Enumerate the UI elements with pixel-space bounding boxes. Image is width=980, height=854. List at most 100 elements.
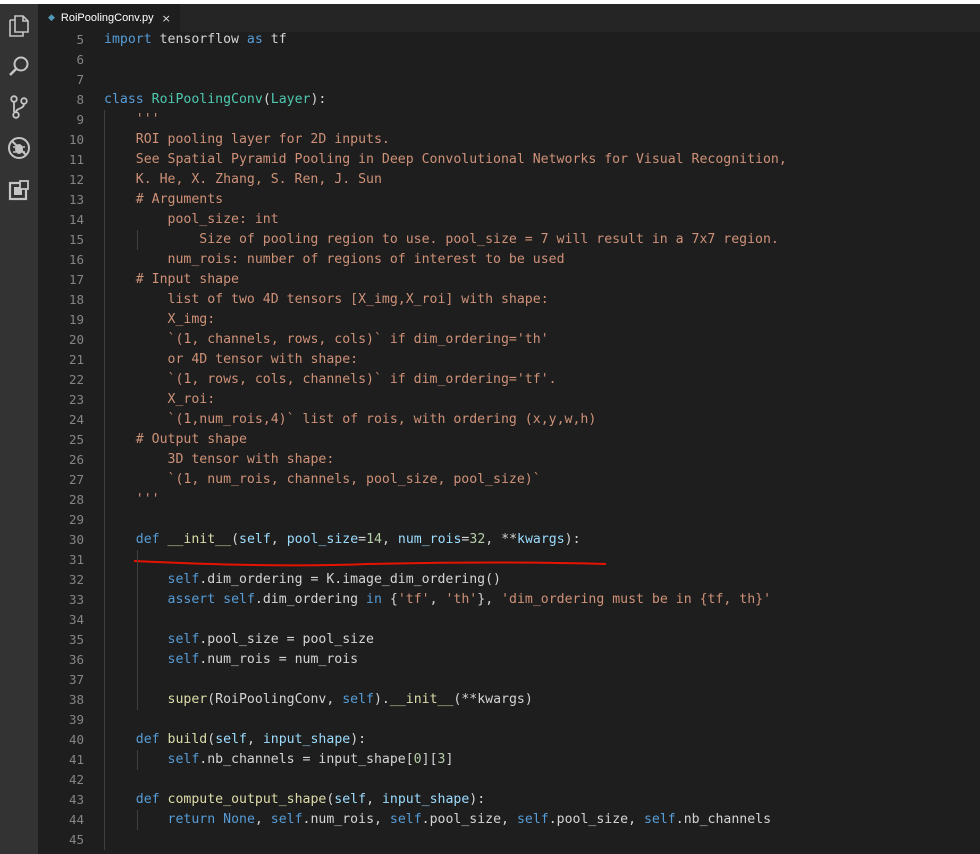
code-token: .nb_channels = input_shape[ <box>199 752 414 767</box>
code-token: .nb_channels <box>675 812 772 827</box>
code-text: super(RoiPoolingConv, self).__init__(**k… <box>104 690 533 710</box>
line-number: 34 <box>68 612 84 627</box>
search-icon[interactable] <box>7 54 31 78</box>
code-line[interactable]: 24 `(1,num_rois,4)` list of rois, with o… <box>38 410 980 430</box>
code-line[interactable]: 20 `(1, channels, rows, cols)` if dim_or… <box>38 330 980 350</box>
code-line[interactable]: 15 Size of pooling region to use. pool_s… <box>38 230 980 250</box>
line-number: 39 <box>68 712 84 727</box>
code-line[interactable]: 18 list of two 4D tensors [X_img,X_roi] … <box>38 290 980 310</box>
code-line[interactable]: 34 <box>38 610 980 630</box>
indent-guide <box>137 550 138 570</box>
code-token: tf <box>262 32 287 47</box>
code-line[interactable]: 25 # Output shape <box>38 430 980 450</box>
code-line[interactable]: 29 <box>38 510 980 530</box>
code-token: self <box>215 732 247 747</box>
code-line[interactable]: 7 <box>38 70 980 90</box>
code-line[interactable]: 30 def __init__(self, pool_size=14, num_… <box>38 530 980 550</box>
code-line[interactable]: 43 def compute_output_shape(self, input_… <box>38 790 980 810</box>
line-number: 5 <box>76 32 84 47</box>
code-line[interactable]: 45 <box>38 830 980 850</box>
code-line[interactable]: 6 <box>38 50 980 70</box>
line-number: 40 <box>68 732 84 747</box>
line-number: 19 <box>68 312 84 327</box>
code-line[interactable]: 11 See Spatial Pyramid Pooling in Deep C… <box>38 150 980 170</box>
code-line[interactable]: 33 assert self.dim_ordering in {'tf', 't… <box>38 590 980 610</box>
code-line[interactable]: 13 # Arguments <box>38 190 980 210</box>
code-line[interactable]: 19 X_img: <box>38 310 980 330</box>
code-token: ''' <box>135 492 160 507</box>
code-text: `(1, rows, cols, channels)` if dim_order… <box>104 370 557 390</box>
code-editor[interactable]: 5 import tensorflow as tf 6 7 8 class RoiPool… <box>38 32 980 854</box>
code-line[interactable]: 10 ROI pooling layer for 2D inputs. <box>38 130 980 150</box>
code-line[interactable]: 12 K. He, X. Zhang, S. Ren, J. Sun <box>38 170 980 190</box>
code-token: input_shape <box>381 792 470 807</box>
tab-roipoolingconv[interactable]: ◆ RoiPoolingConv.py × <box>38 4 180 32</box>
code-token: 14 <box>366 532 382 547</box>
code-line[interactable]: 14 pool_size: int <box>38 210 980 230</box>
code-text: num_rois: number of regions of interest … <box>104 250 565 270</box>
code-line[interactable]: 26 3D tensor with shape: <box>38 450 980 470</box>
code-line[interactable]: 22 `(1, rows, cols, channels)` if dim_or… <box>38 370 980 390</box>
line-number: 36 <box>68 652 84 667</box>
indent-guide <box>104 830 105 850</box>
code-token: .dim_ordering = K.image_dim_ordering() <box>199 572 501 587</box>
code-token: super <box>167 692 208 707</box>
code-token: ][ <box>421 752 438 767</box>
code-line[interactable]: 23 X_roi: <box>38 390 980 410</box>
code-text: or 4D tensor with shape: <box>104 350 359 370</box>
extensions-icon[interactable] <box>7 178 31 202</box>
code-line[interactable]: 44 return None, self.num_rois, self.pool… <box>38 810 980 830</box>
code-token: `(1, channels, rows, cols)` if dim_order… <box>167 332 549 347</box>
code-line[interactable]: 42 <box>38 770 980 790</box>
debug-icon[interactable] <box>7 136 31 160</box>
close-icon[interactable]: × <box>162 12 171 25</box>
code-line[interactable]: 27 `(1, num_rois, channels, pool_size, p… <box>38 470 980 490</box>
line-number: 37 <box>68 672 84 687</box>
code-line[interactable]: 28 ''' <box>38 490 980 510</box>
line-number: 13 <box>68 192 84 207</box>
code-text: import tensorflow as tf <box>104 32 287 50</box>
code-token: in <box>366 592 382 607</box>
code-line[interactable]: 37 <box>38 670 980 690</box>
code-line[interactable]: 21 or 4D tensor with shape: <box>38 350 980 370</box>
source-control-icon[interactable] <box>7 95 31 119</box>
code-token: self <box>167 652 200 667</box>
code-text: def compute_output_shape(self, input_sha… <box>104 790 485 810</box>
code-line[interactable]: 38 super(RoiPoolingConv, self).__init__(… <box>38 690 980 710</box>
code-token: ): <box>350 732 367 747</box>
code-line[interactable]: 16 num_rois: number of regions of intere… <box>38 250 980 270</box>
explorer-icon[interactable] <box>7 14 31 38</box>
code-line[interactable]: 35 self.pool_size = pool_size <box>38 630 980 650</box>
code-token: ( <box>231 532 240 547</box>
code-line[interactable]: 8 class RoiPoolingConv(Layer): <box>38 90 980 110</box>
code-line[interactable]: 9 ''' <box>38 110 980 130</box>
code-line[interactable]: 39 <box>38 710 980 730</box>
code-text: X_roi: <box>104 390 216 410</box>
code-token: as <box>246 32 263 47</box>
code-token: self <box>167 632 200 647</box>
code-line[interactable]: 31 <box>38 550 980 570</box>
code-line[interactable]: 40 def build(self, input_shape): <box>38 730 980 750</box>
code-line[interactable]: 17 # Input shape <box>38 270 980 290</box>
indent-guide <box>104 610 105 630</box>
code-token: K. He, X. Zhang, S. Ren, J. Sun <box>135 172 382 187</box>
code-line[interactable]: 5 import tensorflow as tf <box>38 32 980 50</box>
code-token: RoiPoolingConv <box>151 92 263 107</box>
code-token: def <box>135 792 160 807</box>
code-token: pool_size <box>286 532 359 547</box>
tab-label: RoiPoolingConv.py <box>60 12 154 24</box>
code-token: num_rois <box>397 532 462 547</box>
code-text: X_img: <box>104 310 216 330</box>
indent-guide <box>104 550 105 570</box>
code-token: .pool_size = pool_size <box>199 632 374 647</box>
code-line[interactable]: 36 self.num_rois = num_rois <box>38 650 980 670</box>
code-token: compute_output_shape <box>167 792 327 807</box>
code-line[interactable]: 32 self.dim_ordering = K.image_dim_order… <box>38 570 980 590</box>
code-token: 'dim_ordering must be in {tf, th}' <box>501 592 772 607</box>
code-line[interactable]: 41 self.nb_channels = input_shape[0][3] <box>38 750 980 770</box>
